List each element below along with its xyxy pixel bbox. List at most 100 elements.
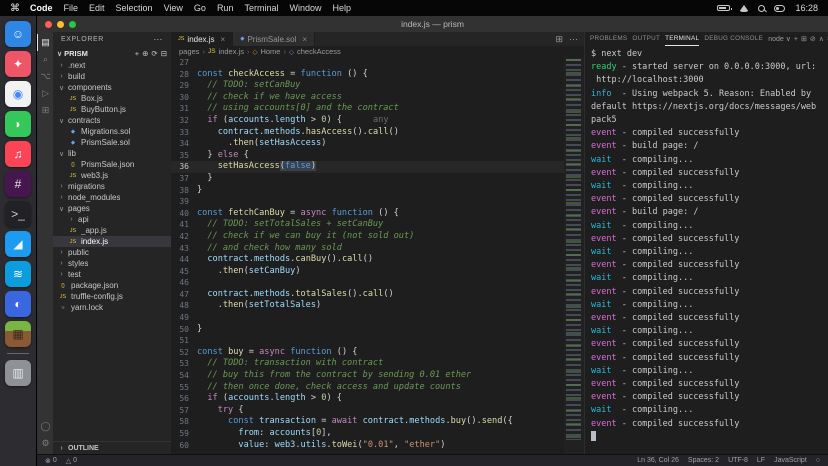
code-line-56[interactable]: 56 if (accounts.length > 0) { xyxy=(171,393,584,405)
code-line-60[interactable]: 60 value: web3.utils.toWei("0.01", "ethe… xyxy=(171,440,584,452)
code-line-46[interactable]: 46 xyxy=(171,277,584,289)
code-line-37[interactable]: 37 } xyxy=(171,173,584,185)
code-line-41[interactable]: 41 // TODO: setTotalSales + setCanBuy xyxy=(171,219,584,231)
terminal-output[interactable]: $ next devready - started server on 0.0.… xyxy=(585,46,828,454)
breadcrumb-home[interactable]: Home xyxy=(260,47,280,56)
menu-edit[interactable]: Edit xyxy=(89,3,105,13)
kill-terminal-icon[interactable]: ⊘ xyxy=(810,35,816,43)
language-mode[interactable]: JavaScript xyxy=(774,457,807,464)
code-line-57[interactable]: 57 try { xyxy=(171,405,584,417)
collapse-folders-icon[interactable]: ⊟ xyxy=(161,49,167,58)
dock-app-blue[interactable]: ◐ xyxy=(5,291,31,317)
dock-slack[interactable]: # xyxy=(5,171,31,197)
code-line-55[interactable]: 55 // then once done, check access and u… xyxy=(171,382,584,394)
dock-messages[interactable]: ◗ xyxy=(5,111,31,137)
panel-tab-problems[interactable]: PROBLEMS xyxy=(590,32,627,46)
settings-gear-icon[interactable]: ⚙ xyxy=(37,435,53,452)
dock-app-red[interactable]: ✦ xyxy=(5,51,31,77)
tree-item-api[interactable]: ›api xyxy=(53,214,171,225)
code-line-33[interactable]: 33 contract.methods.hasAccess().call() xyxy=(171,127,584,139)
dock-docker[interactable]: ≋ xyxy=(5,261,31,287)
run-debug-icon[interactable]: ▷ xyxy=(37,85,53,102)
code-line-35[interactable]: 35 } else { xyxy=(171,150,584,162)
tree-item-test[interactable]: ›test xyxy=(53,269,171,280)
cursor-position[interactable]: Ln 36, Col 26 xyxy=(637,457,679,464)
tree-item-_app.js[interactable]: JS_app.js xyxy=(53,225,171,236)
code-line-52[interactable]: 52const buy = async function () { xyxy=(171,347,584,359)
menu-selection[interactable]: Selection xyxy=(116,3,153,13)
panel-tab-debug-console[interactable]: DEBUG CONSOLE xyxy=(704,32,763,46)
menu-view[interactable]: View xyxy=(164,3,183,13)
tree-item-index.js[interactable]: JSindex.js xyxy=(53,236,171,247)
tab-index.js[interactable]: JSindex.js× xyxy=(171,32,233,46)
eol[interactable]: LF xyxy=(757,457,765,464)
zoom-window-button[interactable] xyxy=(69,21,76,28)
code-line-58[interactable]: 58 const transaction = await contract.me… xyxy=(171,416,584,428)
code-line-27[interactable]: 27 xyxy=(171,57,584,69)
encoding[interactable]: UTF-8 xyxy=(728,457,748,464)
tree-item-build[interactable]: ›build xyxy=(53,71,171,82)
code-line-28[interactable]: 28const checkAccess = function () { xyxy=(171,69,584,81)
tree-item-web3.js[interactable]: JSweb3.js xyxy=(53,170,171,181)
tree-item-yarn.lock[interactable]: ≡yarn.lock xyxy=(53,302,171,313)
minimap[interactable] xyxy=(564,57,584,454)
minimize-window-button[interactable] xyxy=(57,21,64,28)
code-line-51[interactable]: 51 xyxy=(171,335,584,347)
terminal-shell-dropdown[interactable]: node ∨ xyxy=(768,35,791,43)
tree-item-box.js[interactable]: JSBox.js xyxy=(53,93,171,104)
dock-trash[interactable]: ▥ xyxy=(5,360,31,386)
dock-finder[interactable]: ☺ xyxy=(5,21,31,47)
dock-minecraft[interactable]: ▦ xyxy=(5,321,31,347)
new-folder-icon[interactable]: ⊕ xyxy=(142,49,148,58)
code-line-48[interactable]: 48 .then(setTotalSales) xyxy=(171,300,584,312)
extensions-icon[interactable]: ⊞ xyxy=(37,102,53,119)
dock-chrome[interactable]: ◉ xyxy=(5,81,31,107)
new-file-icon[interactable]: + xyxy=(135,49,139,58)
code-line-36[interactable]: 36 setHasAccess(false) xyxy=(171,161,584,173)
breadcrumb-checkaccess[interactable]: checkAccess xyxy=(297,47,341,56)
tree-item-package.json[interactable]: {}package.json xyxy=(53,280,171,291)
menu-run[interactable]: Run xyxy=(217,3,234,13)
code-line-44[interactable]: 44 contract.methods.canBuy().call() xyxy=(171,254,584,266)
source-control-icon[interactable]: ⌥ xyxy=(37,68,53,85)
split-editor-icon[interactable]: ⊞ xyxy=(555,34,563,45)
tree-item-migrations[interactable]: ›migrations xyxy=(53,181,171,192)
maximize-panel-icon[interactable]: ∧ xyxy=(819,35,824,43)
refresh-icon[interactable]: ⟳ xyxy=(151,49,157,58)
menu-code[interactable]: Code xyxy=(30,3,53,13)
close-icon[interactable]: × xyxy=(221,35,226,44)
battery-icon[interactable] xyxy=(717,5,730,11)
close-icon[interactable]: × xyxy=(302,35,307,44)
wifi-icon[interactable] xyxy=(739,5,749,12)
code-line-31[interactable]: 31 // using accounts[0] and the contract xyxy=(171,103,584,115)
notifications-icon[interactable]: ○ xyxy=(816,457,820,464)
menu-bar-clock[interactable]: 16:28 xyxy=(795,3,818,13)
search-icon[interactable]: ⌕ xyxy=(37,51,53,68)
tree-item-lib[interactable]: ∨lib xyxy=(53,148,171,159)
code-editor[interactable]: 2728const checkAccess = function () {29 … xyxy=(171,57,584,454)
project-section-header[interactable]: ∨ PRISM +⊕⟳⊟ xyxy=(53,47,171,60)
tab-prismsale.sol[interactable]: ◆PrismSale.sol× xyxy=(233,32,315,46)
window-titlebar[interactable]: index.js — prism xyxy=(37,16,828,32)
code-line-45[interactable]: 45 .then(setCanBuy) xyxy=(171,266,584,278)
split-terminal-icon[interactable]: ⊞ xyxy=(801,35,807,43)
tree-item-prismsale.sol[interactable]: ◆PrismSale.sol xyxy=(53,137,171,148)
code-line-39[interactable]: 39 xyxy=(171,196,584,208)
code-line-53[interactable]: 53 // TODO: transaction with contract xyxy=(171,358,584,370)
indentation[interactable]: Spaces: 2 xyxy=(688,457,719,464)
warning-count[interactable]: △0 xyxy=(66,457,77,465)
tree-item-styles[interactable]: ›styles xyxy=(53,258,171,269)
error-count[interactable]: ⊗0 xyxy=(45,457,57,465)
code-line-54[interactable]: 54 // buy this from the contract by send… xyxy=(171,370,584,382)
search-icon[interactable] xyxy=(758,5,765,12)
close-window-button[interactable] xyxy=(45,21,52,28)
apple-menu-icon[interactable]: ⌘ xyxy=(10,3,20,14)
tree-item-truffle-config.js[interactable]: JStruffle-config.js xyxy=(53,291,171,302)
account-icon[interactable]: ◯ xyxy=(37,418,53,435)
code-line-50[interactable]: 50} xyxy=(171,324,584,336)
code-line-49[interactable]: 49 xyxy=(171,312,584,324)
code-line-29[interactable]: 29 // TODO: setCanBuy xyxy=(171,80,584,92)
tree-item-node_modules[interactable]: ›node_modules xyxy=(53,192,171,203)
code-line-40[interactable]: 40const fetchCanBuy = async function () … xyxy=(171,208,584,220)
menu-file[interactable]: File xyxy=(64,3,79,13)
